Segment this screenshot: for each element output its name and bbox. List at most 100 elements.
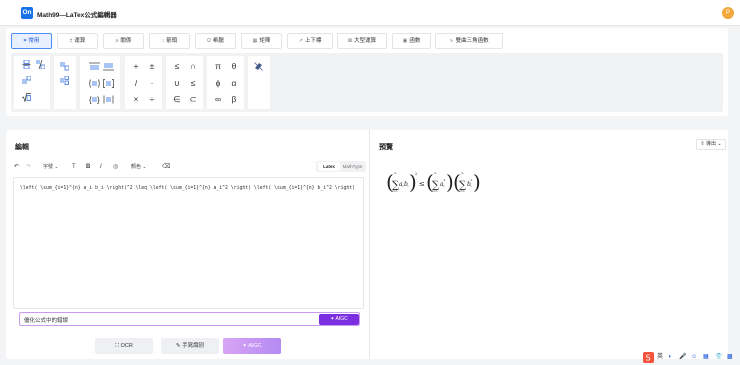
- sogou-ime-icon[interactable]: S: [643, 352, 654, 363]
- preview-panel: 預覽 ⇪ 導出 ⌄ ( n ∑ i=1 a i b i ) 2 ≤ ( n ∑ …: [370, 130, 728, 359]
- tab-relations[interactable]: ≥ 關係: [103, 33, 144, 49]
- aigc-button[interactable]: ✦ AIGC: [223, 338, 281, 354]
- tab-matrix[interactable]: ▦ 矩陣: [241, 33, 282, 49]
- user-avatar[interactable]: P: [722, 7, 734, 19]
- pen-icon: ✎: [175, 343, 181, 349]
- punctuation-icon[interactable]: ◗: [668, 352, 672, 363]
- redo-icon[interactable]: ↷: [26, 161, 31, 173]
- arrows-icon: ↕: [161, 38, 165, 44]
- ai-submit-button[interactable]: ✦ AIGC: [319, 314, 359, 325]
- formula-sum-bottom: i=1: [393, 189, 398, 193]
- chevron-down-icon: ⌄: [54, 164, 59, 170]
- symbol-group-relations: ≤ ∩ ∪ ≤ ∈ ⊂: [166, 56, 203, 109]
- relation-icon: ≥: [115, 38, 119, 44]
- symbol-cap[interactable]: ∩: [187, 61, 199, 71]
- latex-code-text[interactable]: \left( \sum_{i=1}^{n} a_i b_i \right)^2 …: [20, 184, 358, 194]
- symbol-in[interactable]: ∈: [171, 94, 183, 104]
- underbar-template-icon[interactable]: [103, 62, 114, 71]
- formula-sum3-top: n: [462, 171, 464, 175]
- formula-preview: ( n ∑ i=1 a i b i ) 2 ≤ ( n ∑ i=1 a i 2 …: [386, 170, 481, 194]
- matrix-icon: ▦: [252, 38, 258, 44]
- skin-icon[interactable]: 👕: [715, 352, 722, 363]
- scan-icon: ⛶: [115, 343, 120, 349]
- chevron-down-icon: ⌄: [142, 164, 147, 170]
- symbol-theta[interactable]: θ: [228, 61, 240, 71]
- symbol-group-operators: + ± / · × ÷: [125, 56, 162, 109]
- overbar-template-icon[interactable]: [89, 62, 100, 71]
- symbol-leq[interactable]: ≤: [171, 61, 183, 71]
- subscript-template-icon[interactable]: [60, 62, 69, 71]
- toolbox-icon[interactable]: ▩: [727, 352, 733, 363]
- template-group-brackets: {}: [80, 56, 120, 109]
- symbol-divide[interactable]: ÷: [146, 94, 158, 104]
- svg-text:S: S: [646, 354, 651, 363]
- keyboard-icon[interactable]: ▦: [703, 352, 709, 363]
- sqrt-template-icon[interactable]: [22, 93, 31, 102]
- mode-mathtype[interactable]: MathType: [340, 162, 365, 171]
- symbol-alpha[interactable]: α: [228, 78, 240, 88]
- latex-code-editor[interactable]: \left( \sum_{i=1}^{n} a_i b_i \right)^2 …: [13, 177, 364, 309]
- microphone-icon[interactable]: 🎤: [679, 352, 686, 363]
- tab-greek[interactable]: Ω 希臘: [195, 33, 236, 49]
- sub-sup-template-icon[interactable]: [60, 76, 69, 85]
- ocr-button[interactable]: ⛶ OCR: [95, 338, 153, 354]
- app-logo: On: [21, 7, 33, 19]
- mode-latex[interactable]: Latex: [318, 162, 340, 171]
- clear-icon[interactable]: ⌫: [162, 161, 170, 173]
- clear-format-icon[interactable]: [254, 62, 263, 71]
- symbol-beta[interactable]: β: [228, 94, 240, 104]
- ime-language-indicator[interactable]: 英: [657, 352, 663, 363]
- symbol-leq-alt[interactable]: ≤: [187, 78, 199, 88]
- tab-arrows[interactable]: ↕ 箭頭: [149, 33, 190, 49]
- symbol-phi[interactable]: ϕ: [212, 78, 224, 88]
- template-group-scripts: [54, 56, 76, 109]
- symbol-cup[interactable]: ∪: [171, 78, 183, 88]
- bold-icon[interactable]: B: [86, 161, 90, 173]
- slash-fraction-template-icon[interactable]: [36, 60, 45, 69]
- omega-icon: Ω: [207, 38, 211, 44]
- handwriting-button[interactable]: ✎ 手寫識別: [161, 338, 219, 354]
- ai-prompt-input[interactable]: [24, 315, 304, 324]
- symbol-panel: ⌗ 常用 ± 運算 ≥ 關係 ↕ 箭頭 Ω 希臘 ▦ 矩陣 ↗ 上下標 ⊠ 大型運算 ▣ 函數 ∿…: [6, 28, 728, 116]
- symbol-pi[interactable]: π: [212, 61, 224, 71]
- paren-template-icon[interactable]: [89, 79, 100, 88]
- top-bar: On Math99—LaTex公式編輯器 P: [0, 0, 740, 26]
- formula-sum2-top: n: [435, 171, 437, 175]
- undo-icon[interactable]: ↶: [14, 161, 19, 173]
- symbol-plus-minus[interactable]: ±: [146, 61, 158, 71]
- superscript-template-icon[interactable]: [22, 76, 31, 85]
- tab-operations[interactable]: ± 運算: [57, 33, 98, 49]
- editor-panel: 編輯 ↶ ↷ 字號 ⌄ T B I ◎ 顏色 ⌄ ⌫ Latex MathTyp…: [6, 130, 370, 359]
- sparkle-icon: ✦: [242, 343, 247, 349]
- italic-icon[interactable]: I: [100, 161, 102, 173]
- export-button[interactable]: ⇪ 導出 ⌄: [696, 139, 726, 150]
- abs-template-icon[interactable]: [103, 95, 114, 104]
- subscript-icon: ↗: [298, 38, 303, 44]
- brace-template-icon[interactable]: {}: [89, 95, 100, 105]
- symbol-slash[interactable]: /: [130, 78, 142, 88]
- symbol-cdot[interactable]: ·: [146, 78, 158, 88]
- tab-common[interactable]: ⌗ 常用: [11, 33, 52, 49]
- formula-term3-sub: i: [471, 184, 472, 188]
- symbol-subset[interactable]: ⊂: [187, 94, 199, 104]
- symbol-times[interactable]: ×: [130, 94, 142, 104]
- plus-minus-icon: ±: [69, 38, 73, 44]
- tab-hyperbolic[interactable]: ∿ 雙曲三角函數: [435, 33, 503, 49]
- symbol-plus[interactable]: +: [130, 61, 142, 71]
- tab-big-operators[interactable]: ⊠ 大型運算: [337, 33, 387, 49]
- color-dropdown[interactable]: 顏色 ⌄: [131, 161, 147, 173]
- sparkle-icon: ✦: [330, 316, 335, 322]
- symbol-infinity[interactable]: ∞: [212, 94, 224, 104]
- emoji-icon[interactable]: ☺: [691, 352, 697, 363]
- font-size-dropdown[interactable]: 字號 ⌄: [43, 161, 59, 173]
- tab-subscript[interactable]: ↗ 上下標: [287, 33, 333, 49]
- formula-sum2-bottom: i=1: [433, 189, 438, 193]
- hyperbolic-icon: ∿: [449, 38, 454, 44]
- color-palette-icon[interactable]: ◎: [113, 161, 118, 173]
- text-icon[interactable]: T: [72, 161, 76, 173]
- tab-functions[interactable]: ▣ 函數: [392, 33, 431, 49]
- function-icon: ▣: [402, 38, 408, 44]
- fraction-template-icon[interactable]: [22, 60, 31, 69]
- bracket-template-icon[interactable]: [103, 79, 114, 88]
- symbol-area: {} + ± / · × ÷ ≤ ∩ ∪ ≤ ∈ ⊂ π θ ϕ α ∞ β: [11, 53, 723, 112]
